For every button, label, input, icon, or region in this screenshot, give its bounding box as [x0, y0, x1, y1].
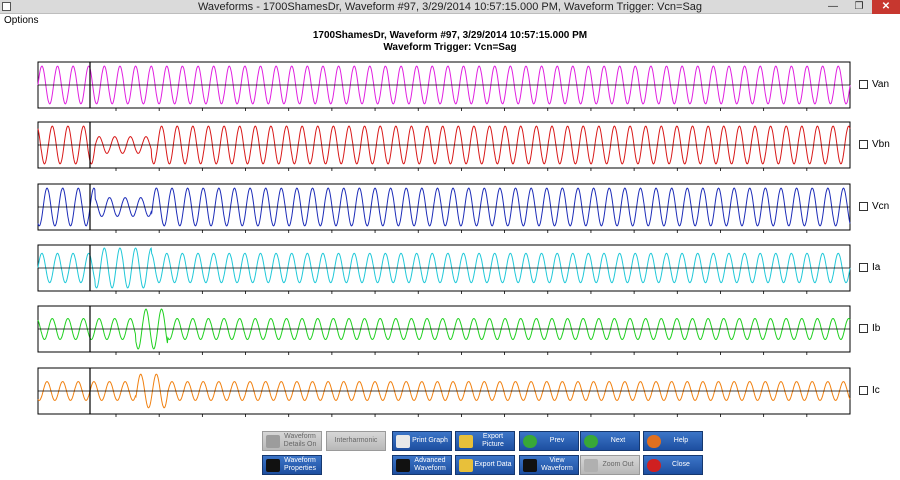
legend-label-vbn: Vbn	[872, 139, 890, 150]
help-button[interactable]: Help	[643, 431, 703, 451]
zoom-out-button[interactable]: Zoom Out	[580, 455, 640, 475]
legend-label-ib: Ib	[872, 323, 881, 334]
legend-checkbox-van[interactable]	[859, 80, 868, 89]
legend-label-vcn: Vcn	[872, 201, 890, 212]
legend-checkbox-vbn[interactable]	[859, 140, 868, 149]
data-icon	[459, 459, 473, 472]
interharmonic-button[interactable]: Interharmonic	[326, 431, 386, 451]
prev-button[interactable]: Prev	[519, 431, 579, 451]
waveform-details-button[interactable]: Waveform Details On	[262, 431, 322, 451]
picture-icon	[459, 435, 473, 448]
export-data-button[interactable]: Export Data	[455, 455, 515, 475]
details-icon	[266, 435, 280, 448]
waveform-icon	[266, 459, 280, 472]
waveform-icon	[523, 459, 537, 472]
help-icon	[647, 435, 661, 448]
waveform-plots	[37, 61, 851, 417]
legend-checkbox-vcn[interactable]	[859, 202, 868, 211]
export-picture-button[interactable]: Export Picture	[455, 431, 515, 451]
next-button[interactable]: Next	[580, 431, 640, 451]
printer-icon	[396, 435, 410, 448]
legend-checkbox-ic[interactable]	[859, 386, 868, 395]
advanced-waveform-button[interactable]: Advanced Waveform	[392, 455, 452, 475]
legend-checkbox-ia[interactable]	[859, 263, 868, 272]
arrow-right-icon	[584, 435, 598, 448]
legend-label-ia: Ia	[872, 262, 881, 273]
arrow-left-icon	[523, 435, 537, 448]
print-graph-button[interactable]: Print Graph	[392, 431, 452, 451]
zoom-icon	[584, 459, 598, 472]
legend-label-van: Van	[872, 79, 890, 90]
view-waveform-button[interactable]: View Waveform	[519, 455, 579, 475]
close-button[interactable]: Close	[643, 455, 703, 475]
legend-checkbox-ib[interactable]	[859, 324, 868, 333]
waveform-icon	[396, 459, 410, 472]
waveform-properties-button[interactable]: Waveform Properties	[262, 455, 322, 475]
legend-label-ic: Ic	[872, 385, 880, 396]
close-icon	[647, 459, 661, 472]
